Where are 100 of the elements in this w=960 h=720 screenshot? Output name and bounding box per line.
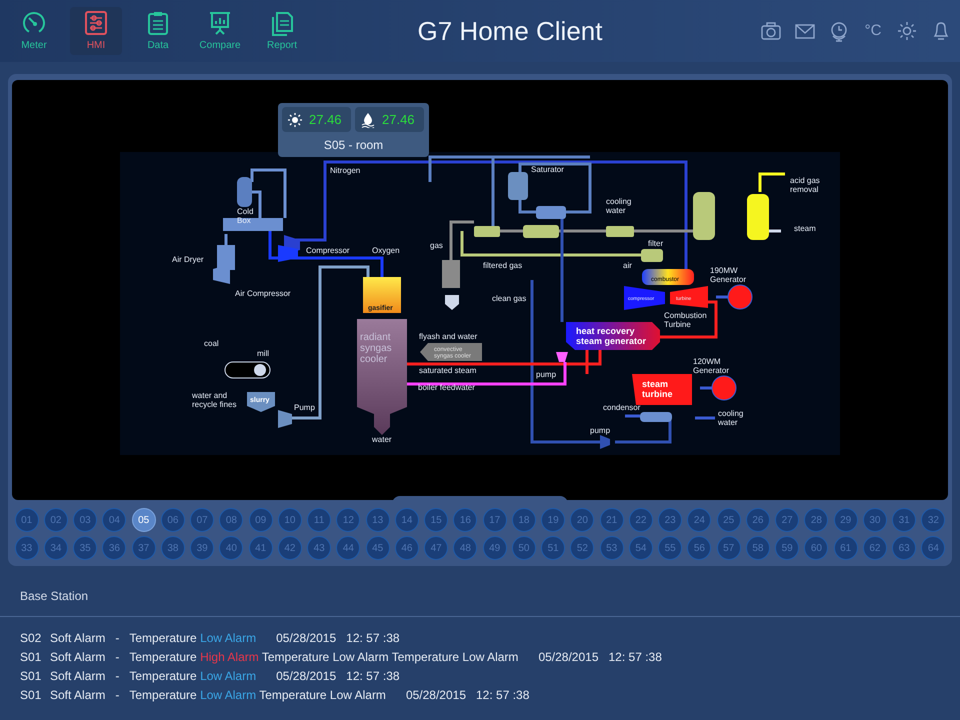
diagram-label: saturated steam xyxy=(419,366,476,375)
station-button[interactable]: 13 xyxy=(366,508,390,532)
station-button[interactable]: 44 xyxy=(336,536,360,560)
presentation-icon xyxy=(207,10,233,36)
diagram-label: Air Compressor xyxy=(235,289,291,298)
station-button[interactable]: 29 xyxy=(834,508,858,532)
station-button[interactable]: 09 xyxy=(248,508,273,532)
station-button[interactable]: 25 xyxy=(716,508,741,532)
nav-tab[interactable]: HMI xyxy=(70,7,122,55)
station-button[interactable]: 02 xyxy=(44,508,68,532)
station-button[interactable]: 27 xyxy=(775,508,800,532)
documents-icon xyxy=(269,10,295,36)
nav-tab[interactable]: Meter xyxy=(8,7,60,55)
station-button[interactable]: 41 xyxy=(248,536,273,560)
station-button[interactable]: 64 xyxy=(921,536,946,560)
station-button[interactable]: 11 xyxy=(307,508,332,532)
temperature-unit-button[interactable]: °C xyxy=(862,20,884,42)
station-button[interactable]: 63 xyxy=(892,536,916,560)
station-button[interactable]: 37 xyxy=(132,536,156,560)
station-button[interactable]: 43 xyxy=(307,536,332,560)
nav-tab[interactable]: Compare xyxy=(194,7,246,55)
station-button[interactable]: 57 xyxy=(716,536,741,560)
diagram-label: steam turbine xyxy=(642,379,672,399)
station-button[interactable]: 62 xyxy=(862,536,887,560)
nav-tab[interactable]: Report xyxy=(256,7,308,55)
station-button[interactable]: 50 xyxy=(512,536,536,560)
diagram-label: Compressor xyxy=(306,246,350,255)
station-button[interactable]: 12 xyxy=(336,508,360,532)
section-title: Base Station xyxy=(20,588,88,605)
diagram-label: steam xyxy=(794,224,816,233)
station-button[interactable]: 52 xyxy=(570,536,594,560)
station-button[interactable]: 59 xyxy=(775,536,800,560)
diagram-label: Combustion Turbine xyxy=(664,311,707,329)
station-button[interactable]: 35 xyxy=(73,536,98,560)
station-button[interactable]: 28 xyxy=(804,508,828,532)
station-button[interactable]: 05 xyxy=(132,508,156,532)
separator-dash: - xyxy=(115,668,120,685)
station-button[interactable]: 10 xyxy=(278,508,302,532)
diagram-label: gas xyxy=(430,241,443,250)
station-id: S01 xyxy=(20,668,42,685)
station-button[interactable]: 06 xyxy=(160,508,185,532)
station-button[interactable]: 42 xyxy=(278,536,302,560)
station-button[interactable]: 55 xyxy=(658,536,682,560)
station-button[interactable]: 34 xyxy=(44,536,68,560)
station-id: S01 xyxy=(20,649,42,666)
app-title: G7 Home Client xyxy=(416,14,604,48)
station-button[interactable]: 61 xyxy=(834,536,858,560)
diagram-label: Oxygen xyxy=(372,246,400,255)
alarm-time: 12: 57 :38 xyxy=(346,668,400,685)
station-button[interactable]: 31 xyxy=(892,508,916,532)
diagram-label: heat recovery steam generator xyxy=(576,326,646,346)
alarm-type: Soft Alarm xyxy=(50,687,106,704)
station-button[interactable]: 24 xyxy=(687,508,712,532)
station-button[interactable]: 20 xyxy=(570,508,594,532)
station-button[interactable]: 58 xyxy=(746,536,770,560)
camera-icon[interactable] xyxy=(760,20,782,42)
station-button[interactable]: 23 xyxy=(658,508,682,532)
station-button[interactable]: 14 xyxy=(394,508,419,532)
diagram-label: condensor xyxy=(603,403,640,412)
brightness-icon[interactable] xyxy=(896,20,918,42)
station-button[interactable]: 51 xyxy=(541,536,566,560)
station-button[interactable]: 03 xyxy=(73,508,98,532)
station-button[interactable]: 19 xyxy=(541,508,566,532)
station-button[interactable]: 08 xyxy=(219,508,244,532)
diagram-label: filtered gas xyxy=(483,261,522,270)
reading-value: 27.46 xyxy=(382,110,415,129)
station-button[interactable]: 16 xyxy=(453,508,478,532)
station-button[interactable]: 22 xyxy=(628,508,653,532)
diagram-label: filter xyxy=(648,239,664,248)
station-button[interactable]: 49 xyxy=(482,536,507,560)
station-button[interactable]: 56 xyxy=(687,536,712,560)
station-button[interactable]: 39 xyxy=(190,536,214,560)
station-button[interactable]: 01 xyxy=(14,508,39,532)
nav-tab[interactable]: Data xyxy=(132,7,184,55)
station-button[interactable]: 04 xyxy=(102,508,126,532)
station-button[interactable]: 17 xyxy=(482,508,507,532)
station-button[interactable]: 18 xyxy=(512,508,536,532)
station-button[interactable]: 15 xyxy=(424,508,448,532)
station-button[interactable]: 53 xyxy=(600,536,624,560)
station-button[interactable]: 45 xyxy=(366,536,390,560)
station-button[interactable]: 33 xyxy=(14,536,39,560)
diagram-label: boiler feedwater xyxy=(418,383,475,392)
diagram-label: water xyxy=(372,435,392,444)
station-button[interactable]: 32 xyxy=(921,508,946,532)
station-button[interactable]: 48 xyxy=(453,536,478,560)
gauge-icon xyxy=(21,10,47,36)
station-button[interactable]: 40 xyxy=(219,536,244,560)
station-button[interactable]: 54 xyxy=(628,536,653,560)
separator-dash: - xyxy=(115,630,120,647)
station-button[interactable]: 26 xyxy=(746,508,770,532)
station-button[interactable]: 07 xyxy=(190,508,214,532)
station-button[interactable]: 21 xyxy=(600,508,624,532)
station-button[interactable]: 47 xyxy=(424,536,448,560)
station-button[interactable]: 30 xyxy=(862,508,887,532)
station-button[interactable]: 36 xyxy=(102,536,126,560)
station-button[interactable]: 46 xyxy=(394,536,419,560)
station-button[interactable]: 38 xyxy=(160,536,185,560)
sliders-icon xyxy=(83,10,109,36)
separator-dash: - xyxy=(115,649,120,666)
station-button[interactable]: 60 xyxy=(804,536,828,560)
